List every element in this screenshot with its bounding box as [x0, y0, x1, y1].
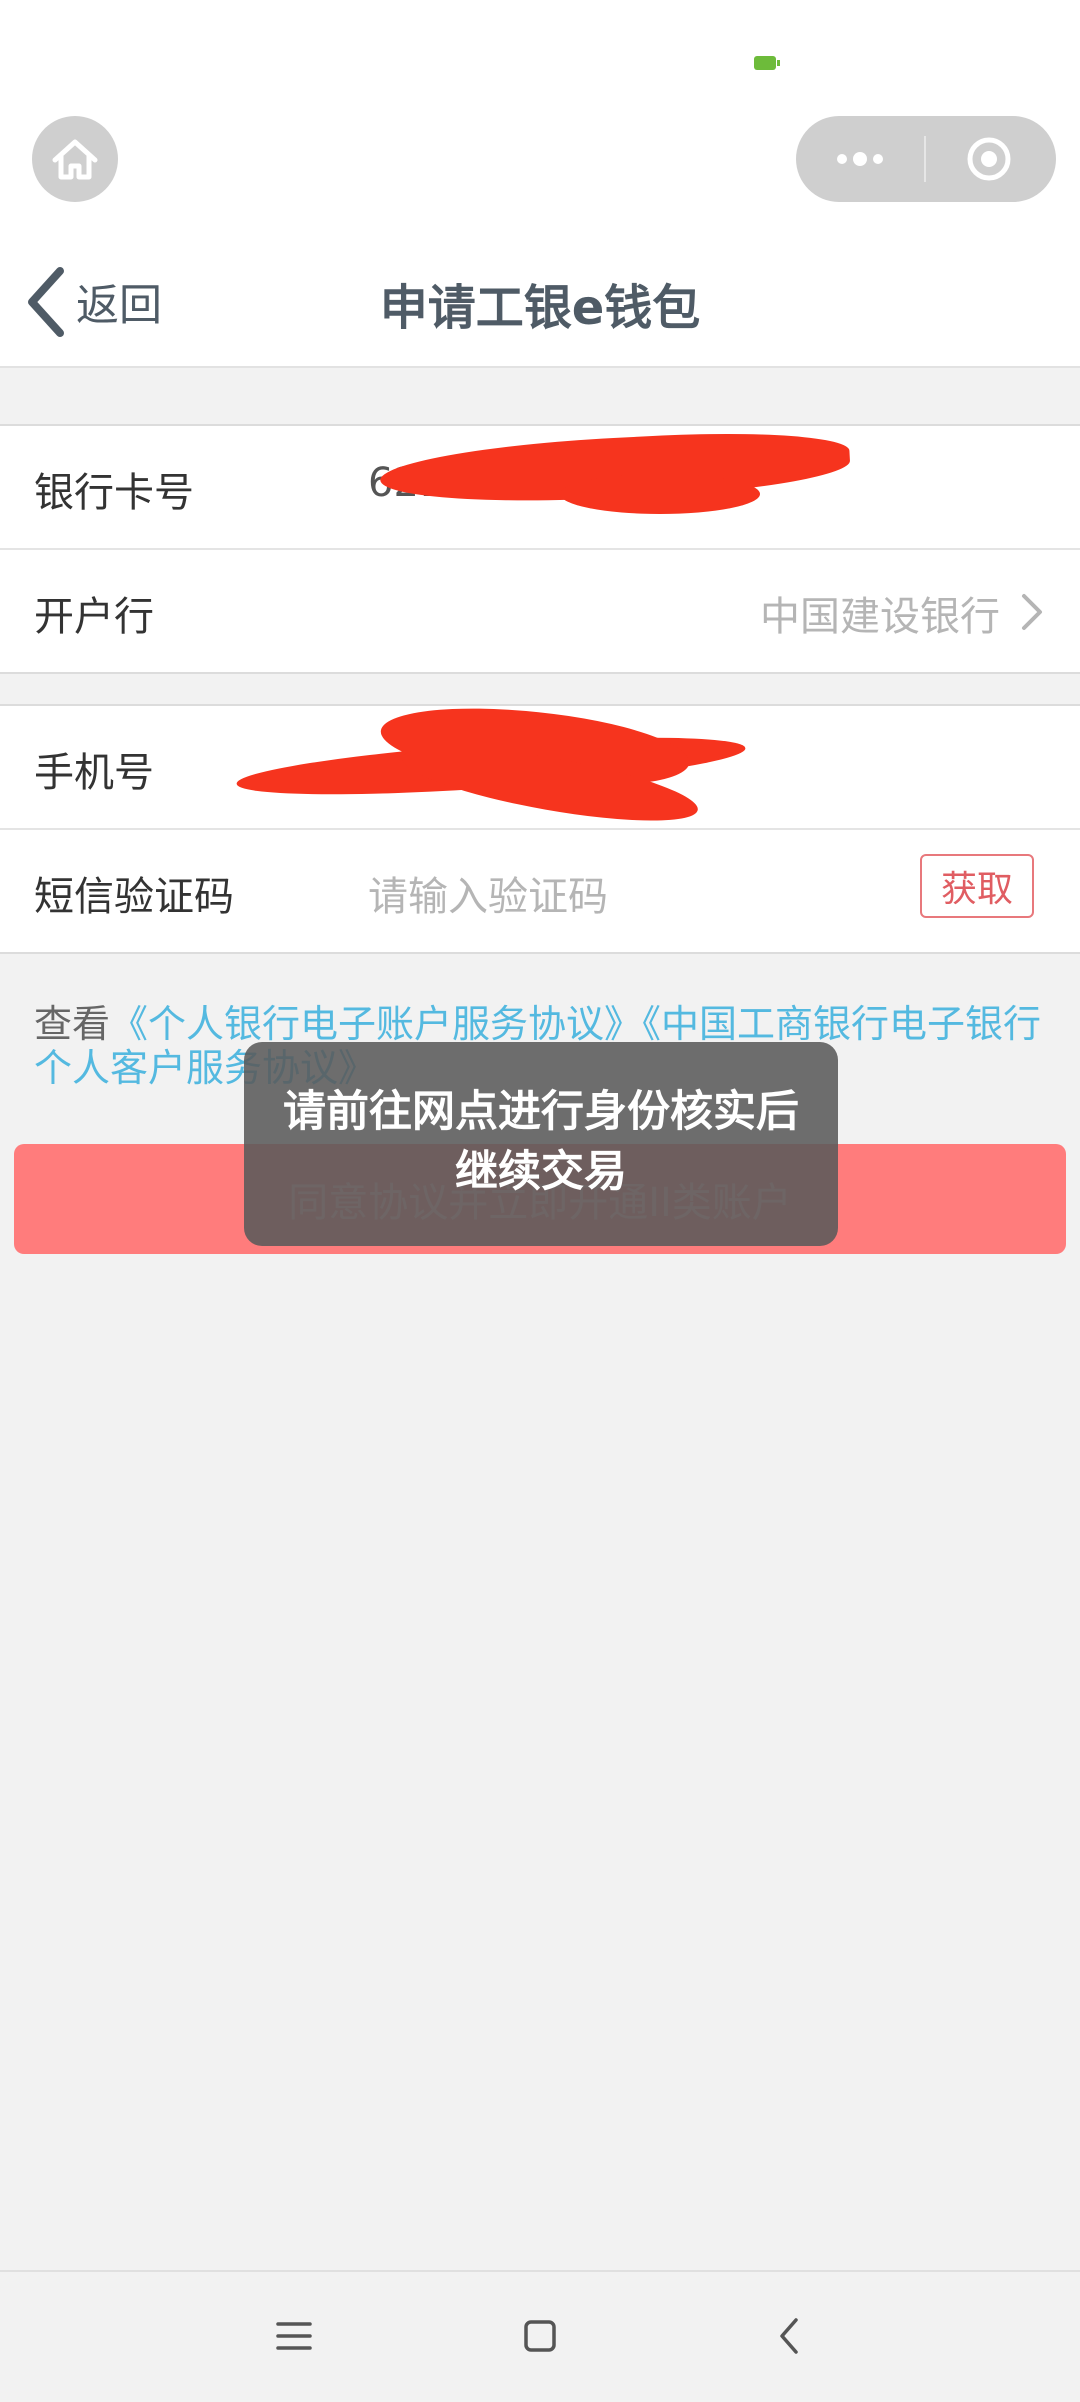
- agreement-prefix: 查看: [34, 1002, 111, 1046]
- bank-label: 开户行: [34, 594, 154, 640]
- get-code-button[interactable]: 获取: [920, 854, 1034, 918]
- system-nav-bar: [0, 2270, 1080, 2402]
- back-arrow-icon[interactable]: [766, 2312, 814, 2360]
- card-number-row[interactable]: 银行卡号 6217: [0, 425, 1080, 548]
- battery-icon: [754, 56, 780, 70]
- bank-row[interactable]: 开户行 中国建设银行: [0, 548, 1080, 672]
- home-button[interactable]: [32, 116, 118, 202]
- phone-label: 手机号: [34, 750, 154, 796]
- sms-code-label: 短信验证码: [34, 874, 234, 920]
- sms-code-row: 短信验证码 请输入验证码 获取: [0, 828, 1080, 952]
- target-icon[interactable]: [966, 136, 1012, 182]
- home-icon: [52, 139, 98, 180]
- capsule-divider: [924, 136, 926, 182]
- nav-header: 返回 申请工银e钱包: [0, 240, 1080, 368]
- chevron-right-icon: [1022, 594, 1042, 630]
- phone-group: 手机号 139 短信验证码 请输入验证码 获取: [0, 695, 1080, 954]
- page-title: 申请工银e钱包: [379, 280, 701, 336]
- sms-code-input[interactable]: 请输入验证码: [368, 864, 608, 922]
- square-icon[interactable]: [516, 2312, 564, 2360]
- bank-value: 中国建设银行: [760, 594, 1000, 640]
- menu-icon[interactable]: [270, 2312, 318, 2360]
- redaction-mark: [560, 474, 760, 514]
- toast-message: 请前往网点进行身份核实后 继续交易: [244, 1042, 838, 1246]
- card-group: 银行卡号 6217 开户行 中国建设银行: [0, 424, 1080, 674]
- phone-row[interactable]: 手机号 139: [0, 695, 1080, 836]
- more-dots-icon[interactable]: [832, 138, 888, 180]
- card-number-label: 银行卡号: [34, 470, 194, 516]
- agreement-link-personal[interactable]: 《个人银行电子账户服务协议》: [110, 1002, 642, 1046]
- status-bar: [0, 0, 1080, 110]
- toast-line-1: 请前往网点进行身份核实后: [283, 1087, 799, 1137]
- miniprogram-bar: [0, 110, 1080, 240]
- capsule-menu: [796, 116, 1056, 202]
- toast-line-2: 继续交易: [455, 1147, 627, 1197]
